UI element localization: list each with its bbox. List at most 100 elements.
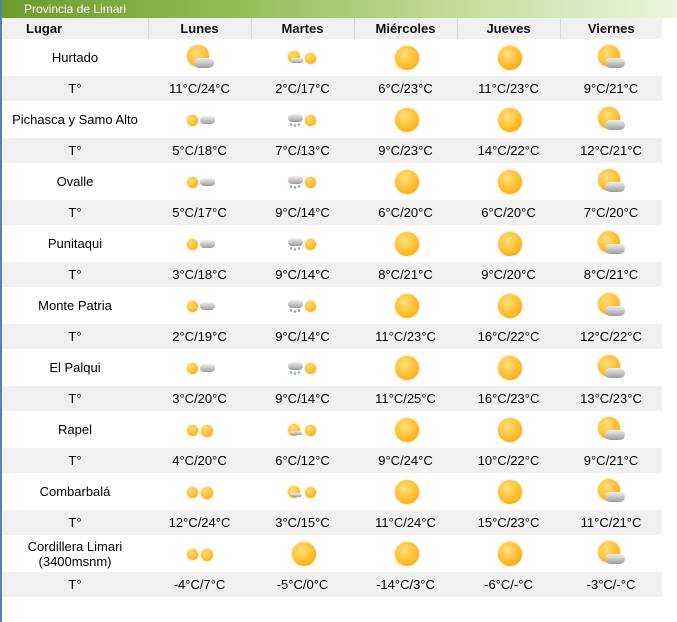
forecast-cell xyxy=(148,39,251,76)
temp-label: T° xyxy=(2,76,148,101)
forecast-cell xyxy=(251,39,354,76)
sun-sun-icon xyxy=(182,415,218,445)
forecast-cell xyxy=(148,101,251,138)
sun-sun-icon xyxy=(182,477,218,507)
temp-range: 3°C/18°C xyxy=(148,262,251,287)
temp-range: 11°C/23°C xyxy=(354,324,457,349)
sun-icon xyxy=(491,167,527,197)
temp-range: 9°C/20°C xyxy=(457,262,560,287)
forecast-cell xyxy=(560,535,662,572)
temp-range: 13°C/23°C xyxy=(560,386,662,411)
header-place: Lugar xyxy=(2,18,149,39)
rain-cloud-sun-icon xyxy=(285,291,321,321)
temp-range: 5°C/18°C xyxy=(148,138,251,163)
forecast-cell xyxy=(354,287,457,324)
sun-icon xyxy=(388,539,424,569)
header-day: Viernes xyxy=(560,18,662,39)
forecast-cell xyxy=(251,473,354,510)
forecast-cell xyxy=(560,39,662,76)
temp-range: 6°C/23°C xyxy=(354,76,457,101)
temp-range: 12°C/21°C xyxy=(560,138,662,163)
place-name: Combarbalá xyxy=(2,473,148,510)
forecast-cell xyxy=(354,411,457,448)
sun-cloud-large-icon xyxy=(593,105,629,135)
temp-range: 6°C/20°C xyxy=(457,200,560,225)
place-name: Ovalle xyxy=(2,163,148,200)
temp-label: T° xyxy=(2,572,148,597)
header-day: Martes xyxy=(251,18,355,39)
temp-range: 9°C/14°C xyxy=(251,386,354,411)
forecast-cell xyxy=(354,101,457,138)
sun-icon xyxy=(388,43,424,73)
temp-range: 16°C/22°C xyxy=(457,324,560,349)
place-row: Cordillera Limari (3400msnm) xyxy=(2,535,662,572)
temp-range: 7°C/13°C xyxy=(251,138,354,163)
header-row: Lugar Lunes Martes Miércoles Jueves Vier… xyxy=(2,18,662,39)
sun-icon xyxy=(388,291,424,321)
place-row: Rapel xyxy=(2,411,662,448)
sun-icon xyxy=(491,229,527,259)
forecast-cell xyxy=(354,349,457,386)
sun-cloud-large-icon xyxy=(182,43,218,73)
forecast-cell xyxy=(148,163,251,200)
weather-widget: Provincia de Limari Lugar Lunes Martes M… xyxy=(0,0,677,622)
sun-small-cloud-icon xyxy=(182,167,218,197)
temp-range: 10°C/22°C xyxy=(457,448,560,473)
place-row: Monte Patria xyxy=(2,287,662,324)
temperature-row: T° -4°C/7°C -5°C/0°C -14°C/3°C -6°C/-°C -3°C/… xyxy=(2,572,662,597)
forecast-cell xyxy=(148,411,251,448)
temp-range: 6°C/20°C xyxy=(354,200,457,225)
forecast-cell xyxy=(148,473,251,510)
rain-cloud-sun-icon xyxy=(285,167,321,197)
temp-range: 5°C/17°C xyxy=(148,200,251,225)
forecast-cell xyxy=(560,473,662,510)
forecast-table: Lugar Lunes Martes Miércoles Jueves Vier… xyxy=(2,18,662,597)
sun-icon xyxy=(388,477,424,507)
header-day: Miércoles xyxy=(354,18,458,39)
sun-cloud-large-icon xyxy=(593,353,629,383)
forecast-cell xyxy=(560,225,662,262)
sun-small-rain-icon xyxy=(285,43,321,73)
temp-label: T° xyxy=(2,386,148,411)
place-row: El Palqui xyxy=(2,349,662,386)
temp-range: -4°C/7°C xyxy=(148,572,251,597)
forecast-cell xyxy=(457,411,560,448)
sun-icon xyxy=(491,105,527,135)
temperature-row: T° 3°C/18°C 9°C/14°C 8°C/21°C 9°C/20°C 8°C/21… xyxy=(2,262,662,287)
temp-range: 9°C/21°C xyxy=(560,76,662,101)
sun-small-sun-icon xyxy=(285,415,321,445)
temp-range: -14°C/3°C xyxy=(354,572,457,597)
temp-range: 3°C/20°C xyxy=(148,386,251,411)
forecast-cell xyxy=(354,473,457,510)
forecast-cell xyxy=(251,287,354,324)
temperature-row: T° 11°C/24°C 2°C/17°C 6°C/23°C 11°C/23°C 9°C/… xyxy=(2,76,662,101)
sun-cloud-large-icon xyxy=(593,477,629,507)
sun-small-cloud-icon xyxy=(182,353,218,383)
temp-range: 9°C/14°C xyxy=(251,200,354,225)
temp-range: -6°C/-°C xyxy=(457,572,560,597)
temperature-row: T° 12°C/24°C 3°C/15°C 11°C/24°C 15°C/23°C 11°… xyxy=(2,510,662,535)
temp-range: 9°C/23°C xyxy=(354,138,457,163)
sun-cloud-large-icon xyxy=(593,167,629,197)
forecast-cell xyxy=(251,163,354,200)
temperature-row: T° 5°C/17°C 9°C/14°C 6°C/20°C 6°C/20°C 7°C/20… xyxy=(2,200,662,225)
forecast-cell xyxy=(251,535,354,572)
temp-label: T° xyxy=(2,262,148,287)
sun-small-cloud-icon xyxy=(182,291,218,321)
sun-cloud-large-icon xyxy=(593,229,629,259)
temp-label: T° xyxy=(2,324,148,349)
temp-range: 9°C/21°C xyxy=(560,448,662,473)
sun-icon xyxy=(388,415,424,445)
temp-label: T° xyxy=(2,448,148,473)
forecast-cell xyxy=(354,225,457,262)
forecast-cell xyxy=(560,163,662,200)
forecast-cell xyxy=(251,225,354,262)
temp-range: -3°C/-°C xyxy=(560,572,662,597)
sun-small-cloud-icon xyxy=(182,105,218,135)
temp-label: T° xyxy=(2,510,148,535)
place-row: Hurtado xyxy=(2,39,662,76)
temp-range: 11°C/25°C xyxy=(354,386,457,411)
sun-icon xyxy=(491,415,527,445)
temp-range: 15°C/23°C xyxy=(457,510,560,535)
sun-small-cloud-icon xyxy=(182,229,218,259)
